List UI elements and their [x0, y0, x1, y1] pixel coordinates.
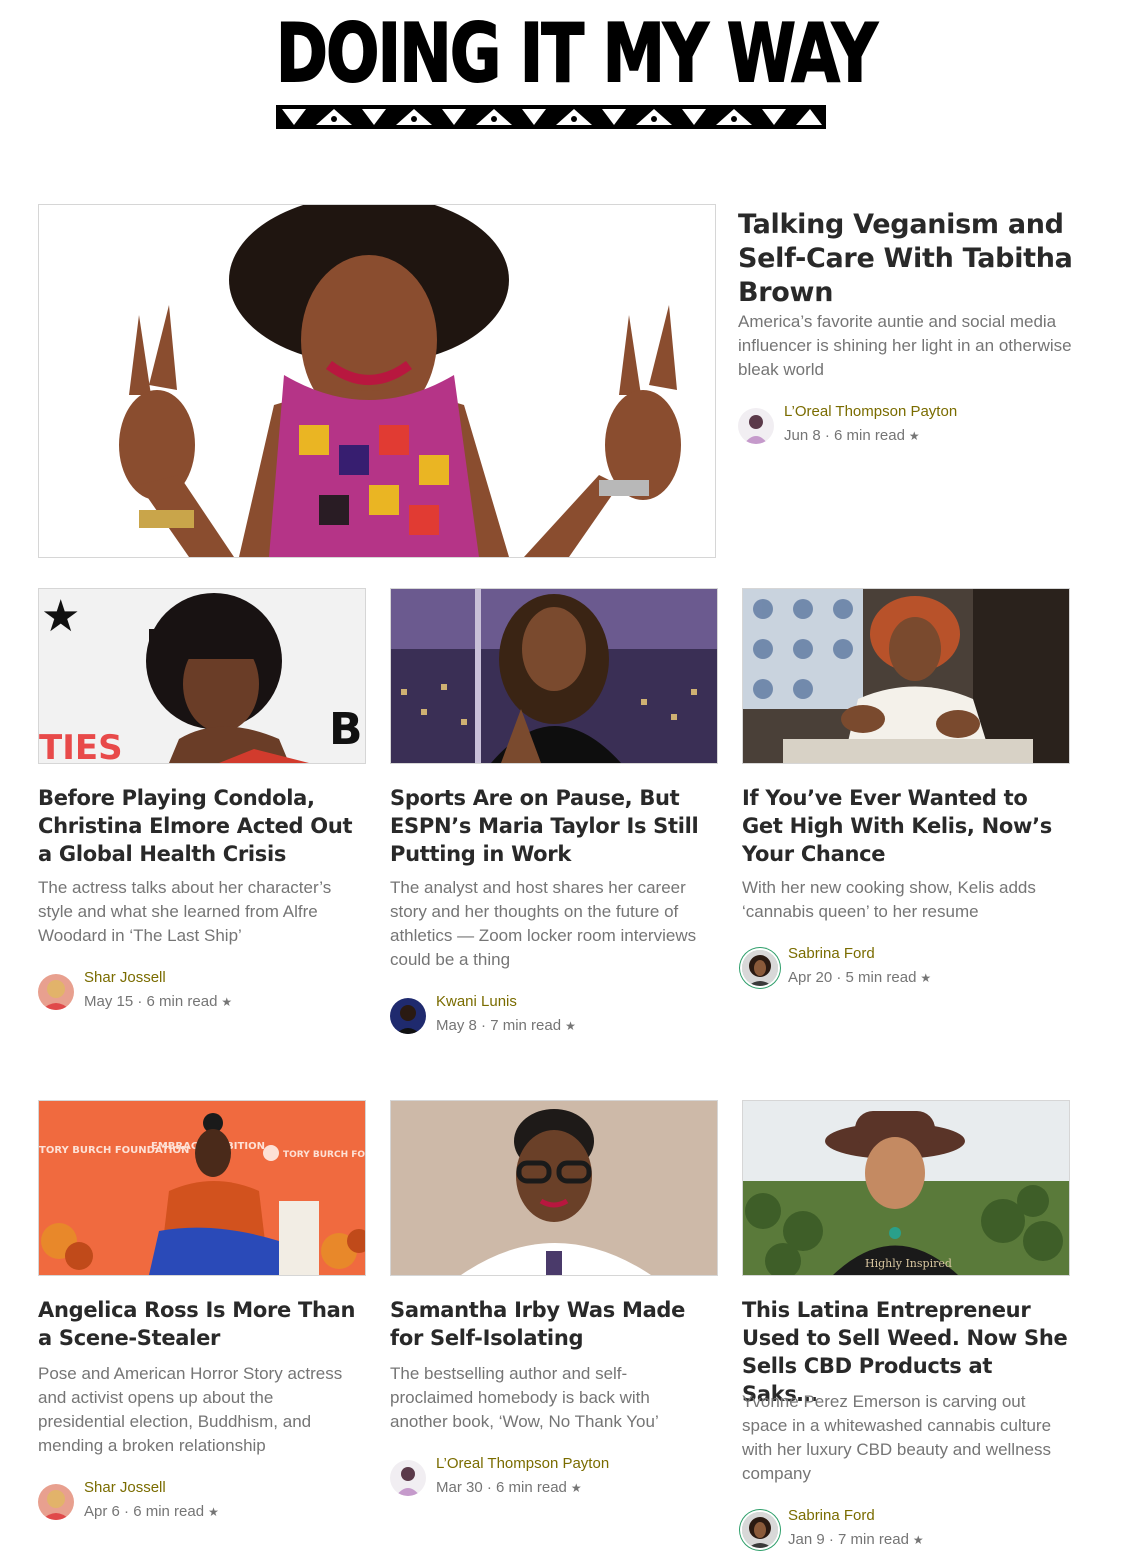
- star-icon: ★: [908, 429, 920, 443]
- author-name[interactable]: Shar Jossell: [84, 968, 166, 988]
- author-avatar[interactable]: [38, 1484, 74, 1520]
- story-meta: Mar 30 · 6 min read ★: [436, 1479, 582, 1496]
- story-title[interactable]: Before Playing Condola, Christina Elmore…: [38, 784, 358, 868]
- story-description[interactable]: The bestselling author and self-proclaim…: [390, 1362, 690, 1434]
- story-title[interactable]: Samantha Irby Was Made for Self-Isolatin…: [390, 1296, 710, 1352]
- publish-date: Apr 6: [84, 1503, 120, 1520]
- story-image[interactable]: Highly Inspired: [742, 1100, 1070, 1276]
- story-author: L’Oreal Thompson Payton Mar 30 · 6 min r…: [390, 1454, 710, 1504]
- publish-date: May 8: [436, 1017, 477, 1034]
- story-author: Shar Jossell Apr 6 · 6 min read ★: [38, 1478, 358, 1528]
- author-avatar[interactable]: [742, 950, 778, 986]
- author-name[interactable]: Sabrina Ford: [788, 1506, 875, 1526]
- story-author: Sabrina Ford Apr 20 · 5 min read ★: [742, 944, 1062, 994]
- tory-burch-right-text: TORY BURCH FOUNDATION: [283, 1150, 365, 1160]
- story-meta: Apr 6 · 6 min read ★: [84, 1503, 219, 1520]
- svg-text:★: ★: [41, 591, 80, 642]
- star-icon: ★: [221, 995, 233, 1009]
- story-title[interactable]: Sports Are on Pause, But ESPN’s Maria Ta…: [390, 784, 700, 868]
- star-icon: ★: [912, 1533, 924, 1547]
- story-description[interactable]: The analyst and host shares her career s…: [390, 876, 715, 972]
- story-description[interactable]: Yvonne Perez Emerson is carving out spac…: [742, 1390, 1072, 1486]
- publication-logo-title[interactable]: DOING IT MY WAY: [275, 13, 878, 95]
- featured-story-image[interactable]: [38, 204, 716, 558]
- story-description[interactable]: The actress talks about her character’s …: [38, 876, 358, 948]
- read-time: 7 min read: [838, 1531, 909, 1548]
- story-meta: Jan 9 · 7 min read ★: [788, 1531, 924, 1548]
- publish-date: May 15: [84, 993, 134, 1010]
- publish-date: Jan 9: [788, 1531, 825, 1548]
- story-image[interactable]: TORY BURCH FOUNDATION EMBRACE AMBITION T…: [38, 1100, 366, 1276]
- publish-date: Apr 20: [788, 969, 833, 986]
- author-name[interactable]: Sabrina Ford: [788, 944, 875, 964]
- author-avatar[interactable]: [390, 998, 426, 1034]
- read-time: 5 min read: [845, 969, 917, 986]
- author-name[interactable]: L’Oreal Thompson Payton: [436, 1454, 609, 1474]
- author-name[interactable]: Kwani Lunis: [436, 992, 517, 1012]
- read-time: 6 min read: [133, 1503, 205, 1520]
- story-author: Kwani Lunis May 8 · 7 min read ★: [390, 992, 710, 1042]
- author-avatar[interactable]: [38, 974, 74, 1010]
- publish-date: Mar 30: [436, 1479, 483, 1496]
- author-name[interactable]: L’Oreal Thompson Payton: [784, 402, 957, 422]
- story-title[interactable]: Angelica Ross Is More Than a Scene-Steal…: [38, 1296, 358, 1352]
- story-meta: Jun 8 · 6 min read ★: [784, 427, 920, 444]
- featured-story-title[interactable]: Talking Veganism and Self-Care With Tabi…: [738, 208, 1078, 310]
- story-author: Sabrina Ford Jan 9 · 7 min read ★: [742, 1506, 1062, 1556]
- read-time: 6 min read: [834, 427, 905, 444]
- story-image[interactable]: [390, 1100, 718, 1276]
- star-icon: ★: [565, 1019, 576, 1033]
- author-avatar[interactable]: [738, 408, 774, 444]
- story-meta: May 15 · 6 min read ★: [84, 993, 233, 1010]
- story-author: Shar Jossell May 15 · 6 min read ★: [38, 968, 358, 1018]
- shirt-text: Highly Inspired: [865, 1257, 952, 1270]
- story-image[interactable]: [390, 588, 718, 764]
- author-avatar[interactable]: [742, 1512, 778, 1548]
- publish-date: Jun 8: [784, 427, 821, 444]
- featured-story-description[interactable]: America’s favorite auntie and social med…: [738, 310, 1083, 382]
- story-description[interactable]: Pose and American Horror Story actress a…: [38, 1362, 363, 1458]
- featured-story-author: L’Oreal Thompson Payton Jun 8 · 6 min re…: [738, 402, 1058, 452]
- star-icon: ★: [920, 971, 932, 985]
- read-time: 6 min read: [146, 993, 218, 1010]
- author-name[interactable]: Shar Jossell: [84, 1478, 166, 1498]
- masthead: DOING IT MY WAY: [0, 0, 1134, 140]
- story-image[interactable]: [742, 588, 1070, 764]
- read-time: 7 min read: [490, 1017, 562, 1034]
- svg-text:B: B: [329, 704, 363, 755]
- story-image[interactable]: ★ TIES B: [38, 588, 366, 764]
- read-time: 6 min read: [496, 1479, 567, 1496]
- logo-pattern-band: [276, 105, 826, 129]
- star-icon: ★: [208, 1505, 219, 1519]
- author-avatar[interactable]: [390, 1460, 426, 1496]
- story-meta: Apr 20 · 5 min read ★: [788, 969, 932, 986]
- svg-text:TIES: TIES: [39, 728, 123, 763]
- story-description[interactable]: With her new cooking show, Kelis adds ‘c…: [742, 876, 1067, 924]
- story-title[interactable]: If You’ve Ever Wanted to Get High With K…: [742, 784, 1052, 868]
- star-icon: ★: [570, 1481, 582, 1495]
- story-meta: May 8 · 7 min read ★: [436, 1017, 576, 1034]
